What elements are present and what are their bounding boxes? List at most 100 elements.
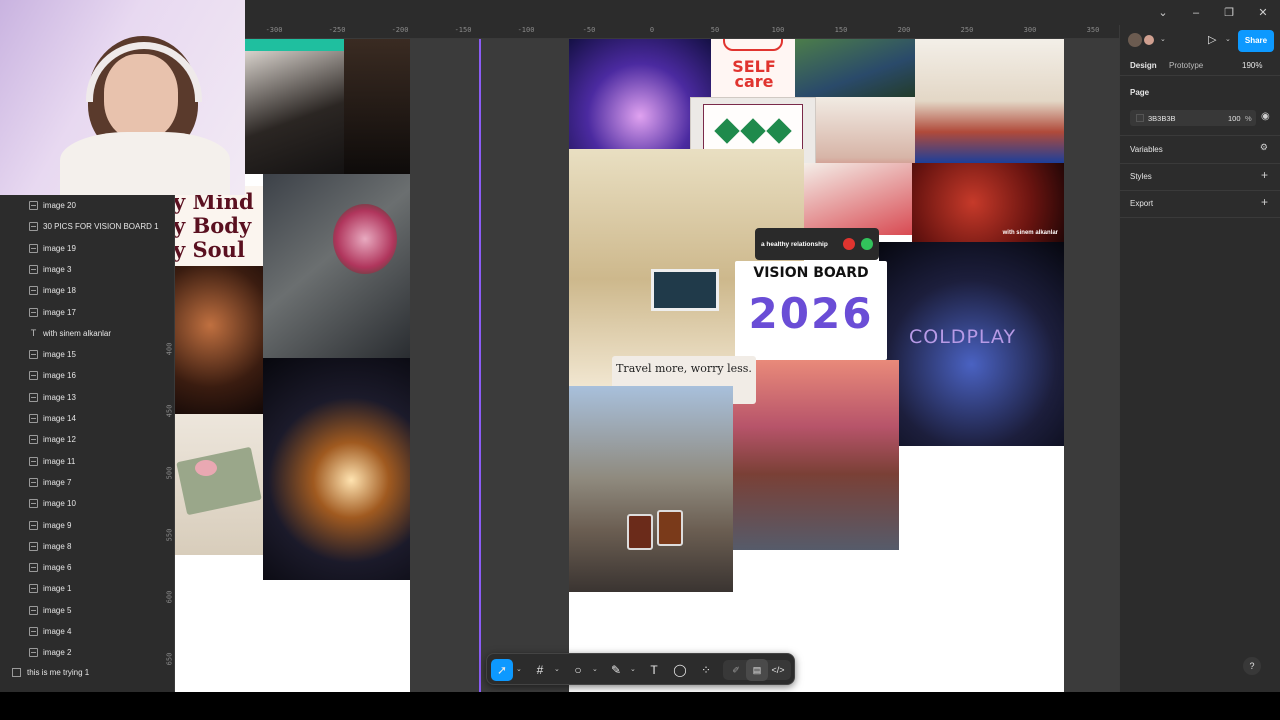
move-tool-icon[interactable]: ➚ bbox=[491, 659, 513, 681]
minimize-icon[interactable]: – bbox=[1188, 5, 1204, 21]
layer-item[interactable]: image 10 bbox=[0, 493, 161, 514]
zoom-level[interactable]: 190% bbox=[1242, 61, 1262, 70]
frame-vision-board[interactable]: SELF care with sinem alkanlar a healthy … bbox=[569, 39, 1064, 692]
layer-label: image 8 bbox=[43, 541, 72, 551]
image-vision-board-2026[interactable]: VISION BOARD 2026 bbox=[735, 261, 887, 360]
chevron-down-icon[interactable]: ⌄ bbox=[630, 665, 636, 673]
eye-icon[interactable]: ◉ bbox=[1261, 111, 1270, 122]
image-teal-strip[interactable] bbox=[245, 39, 344, 51]
avatar-2[interactable] bbox=[1142, 33, 1156, 47]
layer-item[interactable]: image 6 bbox=[0, 557, 161, 578]
image-self-care[interactable]: SELF care bbox=[711, 39, 795, 97]
layer-item[interactable]: image 13 bbox=[0, 387, 161, 408]
ruler-tick-label: 400 bbox=[165, 342, 174, 356]
image-outfit[interactable] bbox=[245, 51, 344, 174]
ruler-tick-label: 300 bbox=[1023, 26, 1037, 34]
image-hand-ring[interactable] bbox=[344, 39, 410, 174]
layer-item[interactable]: Twith sinem alkanlar bbox=[0, 323, 161, 344]
layer-item[interactable]: image 16 bbox=[0, 365, 161, 386]
tab-design[interactable]: Design bbox=[1130, 61, 1157, 70]
image-mind-body-soul[interactable]: y Mind y Body y Soul bbox=[175, 186, 263, 266]
layer-item[interactable]: 30 PICS FOR VISION BOARD 1 bbox=[0, 216, 161, 237]
layer-label: image 12 bbox=[43, 435, 76, 445]
frame-icon bbox=[12, 668, 21, 677]
layer-item[interactable]: image 5 bbox=[0, 600, 161, 621]
call-widget[interactable]: a healthy relationship bbox=[755, 228, 879, 260]
chevron-down-icon[interactable]: ⌄ bbox=[554, 665, 560, 673]
layer-item[interactable]: image 15 bbox=[0, 344, 161, 365]
image-concert-red[interactable]: with sinem alkanlar bbox=[912, 163, 1064, 242]
share-button[interactable]: Share bbox=[1238, 30, 1274, 52]
maximize-icon[interactable]: ❐ bbox=[1221, 5, 1237, 21]
variables-icon[interactable]: ⚙ bbox=[1260, 142, 1268, 153]
dev-mode-icon[interactable]: </> bbox=[767, 659, 789, 681]
image-concert[interactable] bbox=[263, 358, 410, 580]
avatar[interactable] bbox=[1128, 33, 1142, 47]
layer-item[interactable]: image 17 bbox=[0, 302, 161, 323]
divider bbox=[1120, 163, 1280, 164]
layer-label: image 19 bbox=[43, 243, 76, 253]
layer-item[interactable]: image 14 bbox=[0, 408, 161, 429]
image-hogwarts[interactable] bbox=[569, 386, 733, 592]
layer-label: 30 PICS FOR VISION BOARD 1 bbox=[43, 222, 159, 232]
design-mode-icon[interactable]: ▤ bbox=[746, 659, 768, 681]
image-street[interactable] bbox=[733, 360, 899, 550]
butterbeer-cup-2 bbox=[657, 510, 683, 546]
image-fountain[interactable] bbox=[795, 39, 915, 97]
export-section[interactable]: Export bbox=[1130, 199, 1153, 208]
variables-section[interactable]: Variables bbox=[1130, 145, 1163, 154]
shape-tool-icon[interactable]: ○ bbox=[567, 659, 589, 681]
ruler-tick-label: 550 bbox=[165, 528, 174, 542]
text-tool-icon[interactable]: T bbox=[643, 659, 665, 681]
layer-item[interactable]: image 20 bbox=[0, 195, 161, 216]
play-icon[interactable]: ▷ bbox=[1208, 33, 1216, 46]
draw-mode-icon[interactable]: ✐ bbox=[725, 659, 747, 681]
layer-item[interactable]: image 4 bbox=[0, 621, 161, 642]
layer-item[interactable]: image 8 bbox=[0, 536, 161, 557]
chevron-down-icon[interactable]: ⌄ bbox=[1225, 35, 1231, 43]
pen-tool-icon[interactable]: ✎ bbox=[605, 659, 627, 681]
image-layer-icon bbox=[29, 264, 38, 274]
cash-stack bbox=[176, 446, 262, 516]
frame-tool-icon[interactable]: # bbox=[529, 659, 551, 681]
add-export-icon[interactable]: + bbox=[1261, 195, 1268, 209]
image-bouquet[interactable] bbox=[263, 174, 410, 358]
comment-tool-icon[interactable]: ◯ bbox=[669, 659, 691, 681]
add-style-icon[interactable]: + bbox=[1261, 168, 1268, 182]
color-swatch[interactable] bbox=[1136, 114, 1144, 122]
canvas[interactable]: y Mind y Body y Soul SELF care with sine… bbox=[175, 39, 1119, 692]
layer-label: image 20 bbox=[43, 201, 76, 210]
layer-item[interactable]: image 19 bbox=[0, 238, 161, 259]
ruler-tick-label: 500 bbox=[165, 466, 174, 480]
layer-item[interactable]: image 9 bbox=[0, 515, 161, 536]
image-sofa[interactable] bbox=[804, 163, 912, 235]
styles-section[interactable]: Styles bbox=[1130, 172, 1152, 181]
image-layer-icon bbox=[29, 243, 38, 253]
layer-item[interactable]: image 7 bbox=[0, 472, 161, 493]
image-crowd-night[interactable] bbox=[175, 266, 263, 414]
image-bedroom[interactable] bbox=[915, 39, 1064, 163]
layer-item[interactable]: image 3 bbox=[0, 259, 161, 280]
layer-item[interactable]: image 2 bbox=[0, 642, 161, 663]
layer-item[interactable]: image 11 bbox=[0, 451, 161, 472]
guide-line bbox=[479, 39, 481, 692]
image-money-bow[interactable] bbox=[175, 414, 263, 555]
chevron-down-icon[interactable]: ⌄ bbox=[516, 665, 522, 673]
page-color-field[interactable]: 3B3B3B 100 % bbox=[1130, 110, 1256, 126]
image-layer-icon bbox=[29, 477, 38, 487]
chevron-down-icon[interactable]: ⌄ bbox=[1160, 35, 1166, 43]
actions-tool-icon[interactable]: ⁘ bbox=[695, 659, 717, 681]
image-layer-icon bbox=[29, 286, 38, 296]
close-icon[interactable]: ✕ bbox=[1255, 5, 1271, 21]
chevron-down-icon[interactable]: ⌄ bbox=[1155, 5, 1171, 21]
layer-item[interactable]: image 1 bbox=[0, 578, 161, 599]
help-button[interactable]: ? bbox=[1243, 657, 1261, 675]
layer-item[interactable]: image 18 bbox=[0, 280, 161, 301]
layer-label: image 16 bbox=[43, 371, 76, 381]
ruler-tick-label: -200 bbox=[391, 26, 409, 34]
layer-item[interactable]: image 12 bbox=[0, 429, 161, 450]
image-coldplay[interactable]: COLDPLAY bbox=[879, 242, 1064, 446]
chevron-down-icon[interactable]: ⌄ bbox=[592, 665, 598, 673]
layer-item-frame[interactable]: this is me trying 1 bbox=[0, 662, 161, 683]
tab-prototype[interactable]: Prototype bbox=[1169, 61, 1203, 70]
